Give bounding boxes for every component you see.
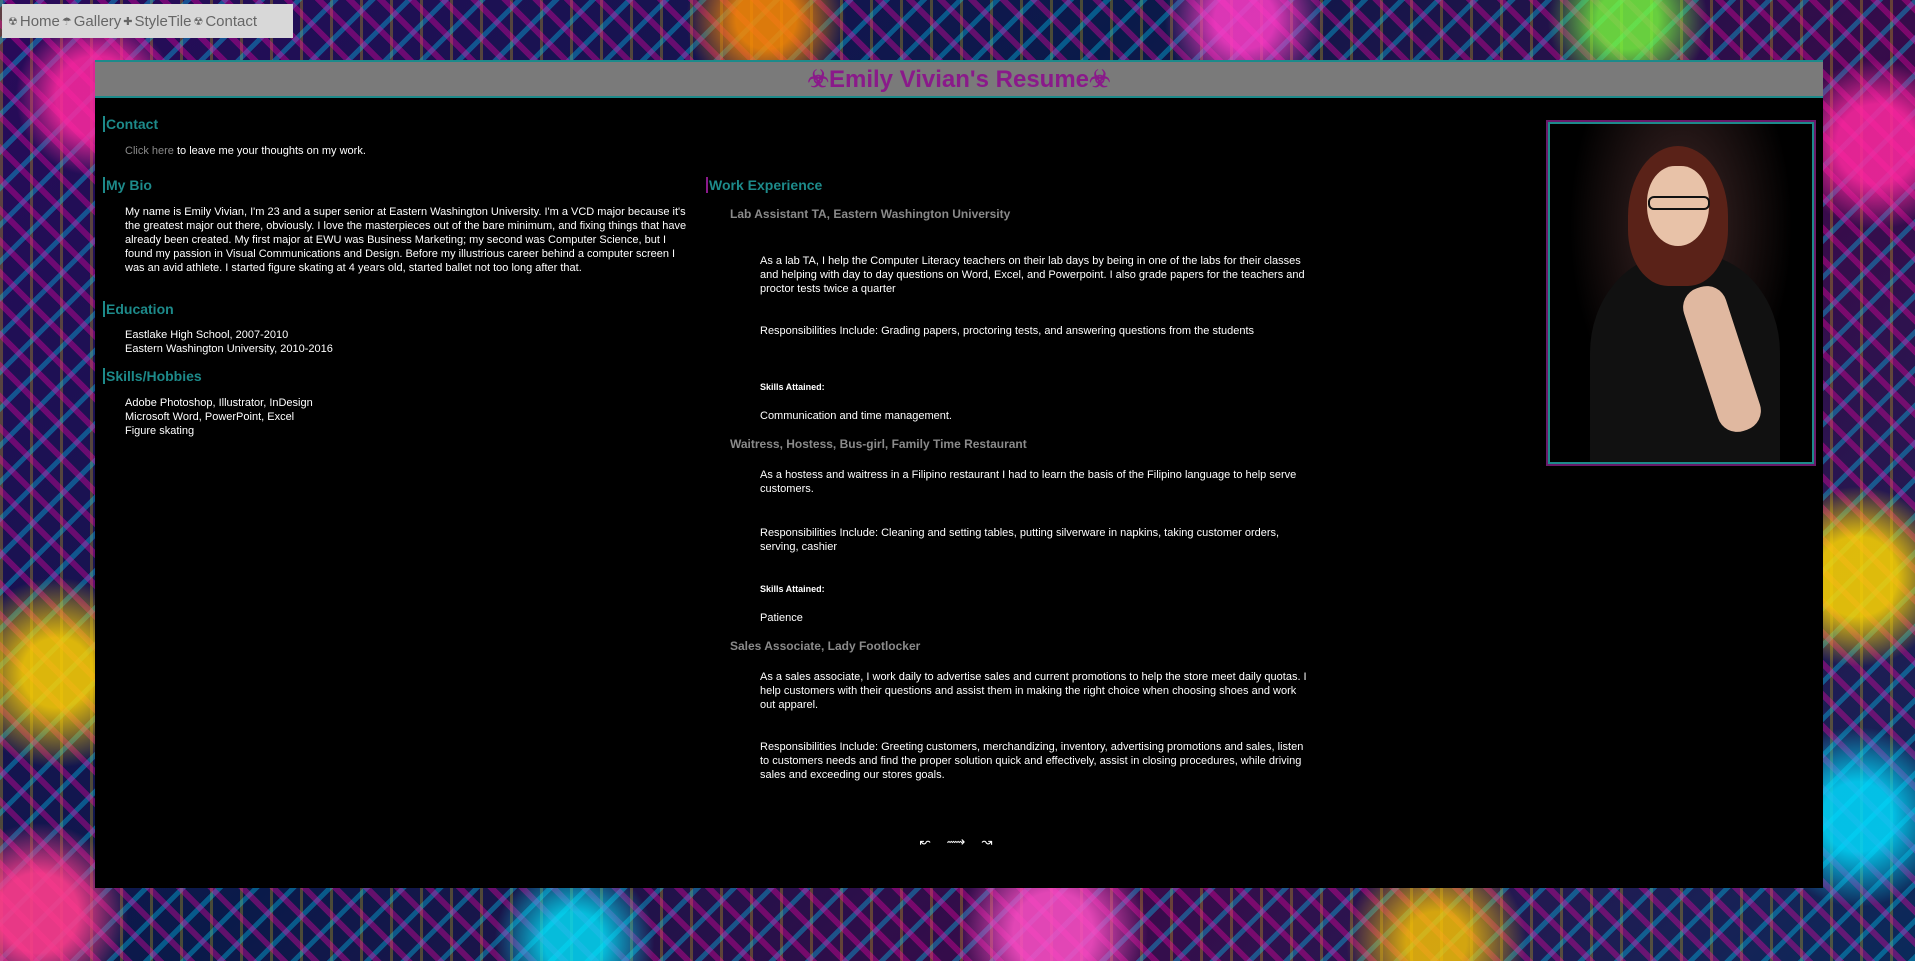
skills-attained-label: Skills Attained: [760, 584, 825, 594]
nav-home[interactable]: ☢ Home [8, 13, 60, 30]
education-item: Eastlake High School, 2007-2010 [125, 329, 289, 341]
contact-line: Click here to leave me your thoughts on … [125, 144, 366, 158]
page-title: ☣Emily Vivian's Resume☣ [807, 65, 1111, 93]
radiation-icon: ☢ [193, 15, 204, 28]
skills-attained: Communication and time management. [760, 410, 952, 422]
job-responsibilities: Responsibilities Include: Greeting custo… [760, 741, 1304, 781]
education-item: Eastern Washington University, 2010-2016 [125, 343, 333, 355]
nav-contact[interactable]: ☢ Contact [193, 13, 257, 30]
job-title: Sales Associate, Lady Footlocker [730, 639, 921, 653]
footer-decoration: ↜ ⟿ ↝ [919, 835, 999, 850]
bio-heading: My Bio [103, 177, 152, 193]
job-responsibilities: Responsibilities Include: Grading papers… [760, 325, 1255, 337]
job-description: As a sales associate, I work daily to ad… [760, 671, 1307, 711]
bio-text: My name is Emily Vivian, I'm 23 and a su… [125, 206, 687, 274]
top-nav: ☢ Home ☂ Gallery ✚ StyleTile ☢ Contact [2, 4, 293, 38]
contact-text: to leave me your thoughts on my work. [173, 145, 366, 157]
plus-icon: ✚ [123, 15, 133, 28]
nav-styletile[interactable]: ✚ StyleTile [123, 13, 191, 30]
radiation-icon: ☢ [8, 15, 18, 28]
skills-attained: Patience [760, 612, 803, 624]
contact-heading: Contact [103, 116, 158, 132]
resume-panel: ☣Emily Vivian's Resume☣ Contact Click he… [95, 60, 1823, 888]
skills-attained-label: Skills Attained: [760, 382, 825, 392]
photo-glasses [1648, 196, 1710, 210]
nav-gallery-label[interactable]: Gallery [74, 13, 122, 30]
job-description: As a hostess and waitress in a Filipino … [760, 469, 1297, 495]
job-title: Waitress, Hostess, Bus-girl, Family Time… [730, 437, 1027, 451]
nav-contact-label[interactable]: Contact [205, 13, 257, 30]
skills-item: Microsoft Word, PowerPoint, Excel [125, 411, 295, 423]
job-description: As a lab TA, I help the Computer Literac… [760, 255, 1305, 295]
page-header: ☣Emily Vivian's Resume☣ [95, 60, 1823, 98]
skills-heading: Skills/Hobbies [103, 368, 202, 384]
job-title: Lab Assistant TA, Eastern Washington Uni… [730, 207, 1011, 221]
skills-item: Adobe Photoshop, Illustrator, InDesign [125, 397, 313, 409]
umbrella-icon: ☂ [61, 15, 72, 28]
nav-gallery[interactable]: ☂ Gallery [62, 13, 121, 30]
skills-item: Figure skating [125, 425, 195, 437]
nav-styletile-label[interactable]: StyleTile [135, 13, 192, 30]
nav-home-label[interactable]: Home [20, 13, 60, 30]
contact-link[interactable]: Click here [125, 145, 174, 157]
work-heading: Work Experience [706, 177, 822, 193]
profile-photo [1546, 120, 1816, 466]
job-responsibilities: Responsibilities Include: Cleaning and s… [760, 527, 1280, 553]
education-heading: Education [103, 301, 174, 317]
